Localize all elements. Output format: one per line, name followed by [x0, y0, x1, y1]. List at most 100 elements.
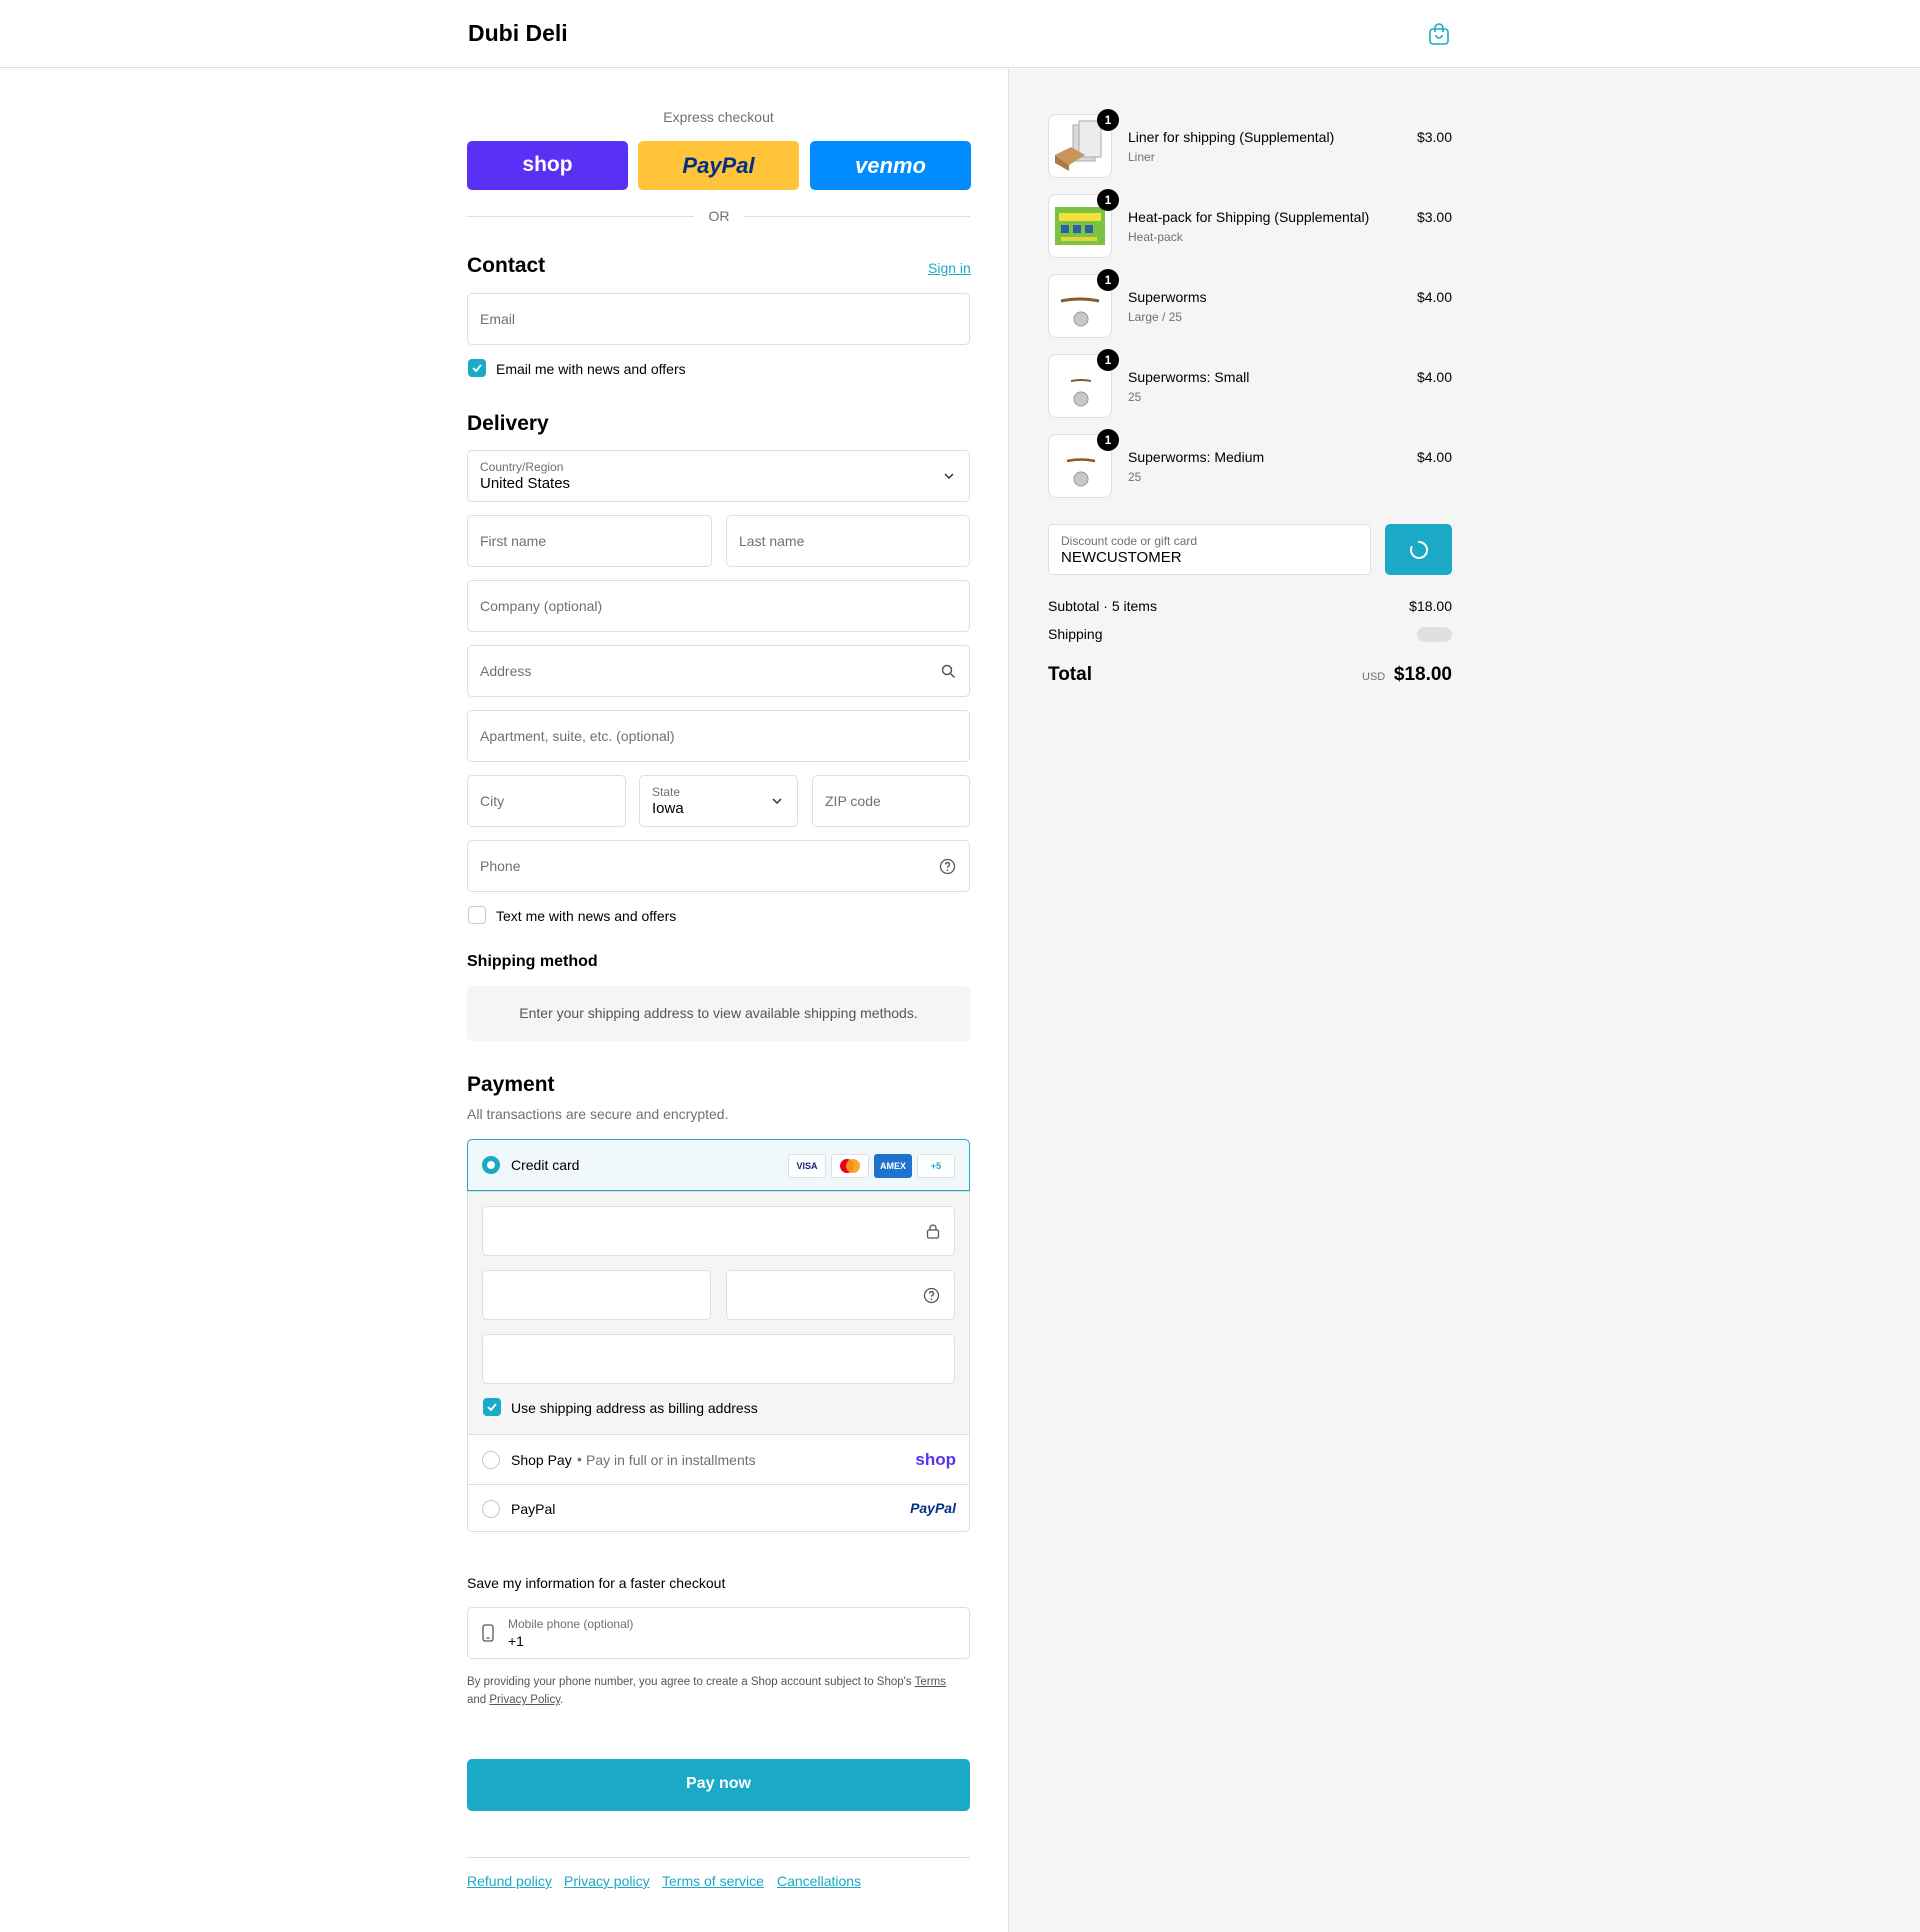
payment-methods: Credit card VISA AMEX +5 Use shipping ad…	[467, 1139, 970, 1532]
help-circle-icon[interactable]	[939, 858, 956, 875]
shipping-method-heading: Shipping method	[467, 953, 598, 970]
last-name-field[interactable]: Last name	[726, 515, 970, 567]
delivery-heading: Delivery	[467, 412, 549, 435]
quantity-badge: 1	[1097, 189, 1119, 211]
first-name-placeholder: First name	[480, 533, 547, 549]
subtotal-label: Subtotal · 5 items	[1048, 598, 1157, 614]
apartment-field[interactable]: Apartment, suite, etc. (optional)	[467, 710, 970, 762]
bullet-separator: •	[577, 1451, 582, 1467]
apartment-placeholder: Apartment, suite, etc. (optional)	[480, 728, 675, 744]
card-number-field[interactable]	[482, 1206, 955, 1256]
quantity-badge: 1	[1097, 349, 1119, 371]
mastercard-icon	[831, 1154, 869, 1178]
country-label: Country/Region	[480, 460, 564, 474]
item-price: $3.00	[1416, 129, 1452, 145]
paypal-label: PayPal	[511, 1501, 556, 1517]
discount-code-value: NEWCUSTOMER	[1061, 549, 1182, 566]
shop-privacy-link[interactable]: Privacy Policy	[489, 1694, 560, 1706]
zip-placeholder: ZIP code	[825, 793, 881, 809]
billing-address-label: Use shipping address as billing address	[511, 1400, 758, 1416]
zip-field[interactable]: ZIP code	[812, 775, 970, 827]
divider-line-right	[744, 216, 970, 217]
text-news-checkbox[interactable]	[468, 906, 486, 924]
card-form-area: Use shipping address as billing address	[468, 1191, 969, 1434]
lock-icon	[926, 1224, 940, 1239]
refund-policy-link[interactable]: Refund policy	[467, 1873, 552, 1889]
city-field[interactable]: City	[467, 775, 626, 827]
card-name-field[interactable]	[482, 1334, 955, 1384]
or-divider: OR	[708, 208, 730, 224]
payment-heading: Payment	[467, 1073, 555, 1096]
country-select[interactable]: Country/Region United States	[467, 450, 970, 502]
company-field[interactable]: Company (optional)	[467, 580, 970, 632]
cancellations-link[interactable]: Cancellations	[777, 1873, 861, 1889]
quantity-badge: 1	[1097, 109, 1119, 131]
email-field[interactable]: Email	[467, 293, 970, 345]
sign-in-link[interactable]: Sign in	[928, 260, 971, 276]
state-select[interactable]: State Iowa	[639, 775, 798, 827]
shop-pay-logo: shop	[915, 1450, 956, 1469]
paypal-logo: PayPal	[910, 1500, 956, 1516]
visa-icon: VISA	[788, 1154, 826, 1178]
item-variant: Heat-pack	[1128, 230, 1183, 244]
amex-icon: AMEX	[874, 1154, 912, 1178]
shopping-bag-icon[interactable]	[1428, 22, 1450, 46]
email-placeholder: Email	[480, 311, 516, 327]
address-field[interactable]: Address	[467, 645, 970, 697]
mobile-phone-value: +1	[508, 1633, 524, 1649]
card-expiry-field[interactable]	[482, 1270, 711, 1320]
paypal-radio[interactable]	[482, 1500, 500, 1518]
privacy-policy-link[interactable]: Privacy policy	[564, 1873, 650, 1889]
paypal-express-button[interactable]: PayPal	[638, 141, 799, 190]
order-summary-panel	[1009, 69, 1920, 1932]
email-news-label: Email me with news and offers	[496, 361, 686, 377]
apply-discount-button[interactable]	[1385, 524, 1452, 575]
credit-card-option[interactable]: Credit card VISA AMEX +5	[467, 1139, 970, 1191]
more-cards-badge: +5	[917, 1154, 955, 1178]
disclaimer-and: and	[467, 1694, 487, 1706]
shop-pay-express-button[interactable]: shop	[467, 141, 628, 190]
credit-card-label: Credit card	[511, 1157, 580, 1173]
item-price: $4.00	[1416, 289, 1452, 305]
state-value: Iowa	[652, 800, 684, 817]
shop-terms-link[interactable]: Terms	[915, 1676, 946, 1688]
email-news-checkbox[interactable]	[468, 359, 486, 377]
venmo-express-button[interactable]: venmo	[810, 141, 971, 190]
last-name-placeholder: Last name	[739, 533, 805, 549]
credit-card-radio[interactable]	[482, 1156, 500, 1174]
disclaimer-period: .	[560, 1694, 564, 1706]
shop-pay-option[interactable]: Shop Pay • Pay in full or in installment…	[468, 1434, 969, 1484]
shipping-method-notice: Enter your shipping address to view avai…	[467, 986, 970, 1041]
save-info-heading: Save my information for a faster checkou…	[467, 1575, 726, 1591]
site-header: Dubi Deli	[0, 0, 1920, 68]
check-icon	[487, 1403, 497, 1412]
phone-field[interactable]: Phone	[467, 840, 970, 892]
save-info-disclaimer: By providing your phone number, you agre…	[467, 1673, 970, 1709]
discount-code-label: Discount code or gift card	[1061, 534, 1198, 548]
shop-pay-radio[interactable]	[482, 1451, 500, 1469]
help-circle-icon[interactable]	[923, 1287, 940, 1304]
item-variant: 25	[1128, 390, 1142, 404]
billing-address-checkbox[interactable]	[483, 1398, 501, 1416]
item-title: Superworms: Small	[1128, 369, 1250, 385]
shop-pay-label: Shop Pay	[511, 1452, 572, 1468]
venmo-logo: venmo	[855, 153, 926, 178]
pay-now-label: Pay now	[686, 1775, 751, 1792]
disclaimer-text: By providing your phone number, you agre…	[467, 1676, 912, 1688]
discount-code-field[interactable]: Discount code or gift card NEWCUSTOMER	[1048, 524, 1371, 575]
item-title: Heat-pack for Shipping (Supplemental)	[1128, 209, 1370, 225]
mobile-phone-icon	[482, 1624, 494, 1642]
paypal-option[interactable]: PayPal PayPal	[468, 1484, 969, 1532]
divider-line-left	[467, 216, 694, 217]
card-cvc-field[interactable]	[726, 1270, 955, 1320]
mobile-phone-field[interactable]: Mobile phone (optional) +1	[467, 1607, 970, 1659]
item-price: $4.00	[1416, 449, 1452, 465]
store-name[interactable]: Dubi Deli	[468, 20, 568, 47]
item-price: $4.00	[1416, 369, 1452, 385]
phone-placeholder: Phone	[480, 858, 521, 874]
terms-of-service-link[interactable]: Terms of service	[662, 1873, 764, 1889]
pay-now-button[interactable]: Pay now	[467, 1759, 970, 1811]
contact-heading: Contact	[467, 254, 546, 277]
first-name-field[interactable]: First name	[467, 515, 712, 567]
chevron-down-icon	[772, 798, 782, 805]
